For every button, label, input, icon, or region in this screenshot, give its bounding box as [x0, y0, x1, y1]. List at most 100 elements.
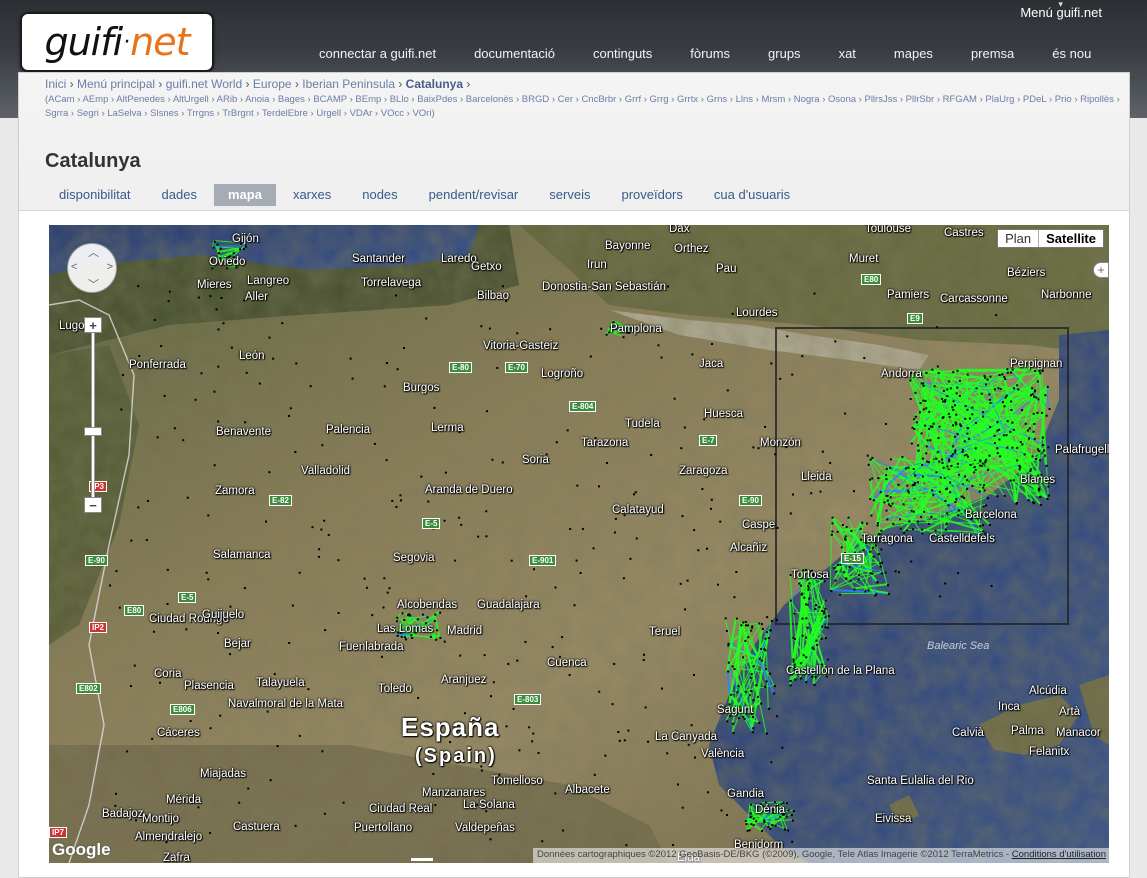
- subzone-link[interactable]: BaixPdes: [417, 94, 457, 105]
- network-node: [736, 691, 739, 694]
- subzone-link[interactable]: PlaUrg: [985, 94, 1014, 105]
- tab-dades[interactable]: dades: [148, 184, 211, 206]
- network-node: [1039, 372, 1042, 375]
- subzone-link[interactable]: AltUrgell: [173, 94, 209, 105]
- subzone-link[interactable]: PDeL: [1023, 94, 1046, 105]
- breadcrumb-link[interactable]: Menú principal: [77, 77, 155, 91]
- subzone-link[interactable]: VOcc: [381, 108, 404, 119]
- subzone-link[interactable]: Prio: [1055, 94, 1072, 105]
- map-canvas[interactable]: Gijón Oviedo Santander Laredo Getxo Bilbao Bay…: [49, 225, 1109, 863]
- network-node: [365, 586, 368, 589]
- subzone-link[interactable]: Sgrra: [45, 108, 68, 119]
- network-node: [660, 356, 663, 359]
- network-node: [877, 553, 880, 556]
- map-place-label: Fuenlabrada: [339, 641, 404, 653]
- network-node: [569, 527, 572, 530]
- subzone-link[interactable]: BCAMP: [313, 94, 347, 105]
- network-node: [880, 572, 883, 575]
- pan-up-icon[interactable]: ︿: [88, 244, 99, 260]
- subzone-link[interactable]: TrBrgnt: [222, 108, 253, 119]
- network-node: [217, 420, 220, 423]
- tab-cua-d-usuaris[interactable]: cua d'usuaris: [700, 184, 804, 206]
- subzone-link[interactable]: Osona: [828, 94, 856, 105]
- subzone-link[interactable]: LaSelva: [107, 108, 141, 119]
- subzone-link[interactable]: AltPenedes: [116, 94, 165, 105]
- breadcrumb-current[interactable]: Catalunya: [406, 77, 463, 91]
- subzone-link[interactable]: Anoia: [245, 94, 269, 105]
- tab-mapa[interactable]: mapa: [213, 184, 276, 206]
- network-node: [985, 504, 988, 507]
- guifi-menu-button[interactable]: ▾ Menú guifi.net: [1020, 0, 1102, 20]
- tab-prove-dors[interactable]: proveïdors: [607, 184, 696, 206]
- subzone-link[interactable]: Mrsm: [762, 94, 786, 105]
- pan-control[interactable]: ︿ < > ﹀: [67, 243, 117, 293]
- breadcrumb-link[interactable]: Europe: [253, 77, 292, 91]
- guifi-logo[interactable]: guifi · net: [20, 12, 214, 72]
- subzone-link[interactable]: BLlo: [390, 94, 409, 105]
- subzone-link[interactable]: RFGAM: [943, 94, 977, 105]
- subzone-link[interactable]: PllrSbr: [906, 94, 935, 105]
- subzone-link[interactable]: VOri: [412, 108, 431, 119]
- network-node: [617, 730, 620, 733]
- network-node: [673, 397, 676, 400]
- subzone-link[interactable]: VDAr: [350, 108, 373, 119]
- nav-es-nou[interactable]: és nou: [1033, 46, 1110, 61]
- nav-connectar[interactable]: connectar a guifi.net: [300, 46, 455, 61]
- subzone-link[interactable]: ARib: [217, 94, 238, 105]
- subzone-link[interactable]: Cer: [558, 94, 573, 105]
- tab-nodes[interactable]: nodes: [348, 184, 411, 206]
- subzone-link[interactable]: Grrf: [625, 94, 641, 105]
- map-type-satellite-button[interactable]: Satellite: [1038, 230, 1103, 247]
- subzone-link[interactable]: Grrtx: [677, 94, 698, 105]
- subzone-link[interactable]: Trrgns: [187, 108, 214, 119]
- subzone-link[interactable]: Slsnes: [150, 108, 179, 119]
- terms-link[interactable]: Conditions d'utilisation: [1012, 849, 1106, 860]
- subzone-link[interactable]: Ripollès: [1080, 94, 1114, 105]
- network-node: [769, 827, 772, 830]
- subzone-link[interactable]: Grrg: [650, 94, 669, 105]
- network-node: [948, 460, 951, 463]
- tab-xarxes[interactable]: xarxes: [279, 184, 345, 206]
- zoom-in-button[interactable]: +: [84, 317, 102, 333]
- nav-mapes[interactable]: mapes: [875, 46, 952, 61]
- nav-premsa[interactable]: premsa: [952, 46, 1033, 61]
- nav-xat[interactable]: xat: [820, 46, 875, 61]
- nav-continguts[interactable]: continguts: [574, 46, 671, 61]
- breadcrumb-link[interactable]: guifi.net World: [166, 77, 242, 91]
- subzone-link[interactable]: Llns: [736, 94, 753, 105]
- subzone-link[interactable]: TerdelEbre: [262, 108, 308, 119]
- map-type-plan-button[interactable]: Plan: [998, 230, 1038, 247]
- subzone-link[interactable]: Nogra: [794, 94, 820, 105]
- tab-pendent-revisar[interactable]: pendent/revisar: [415, 184, 533, 206]
- subzone-link[interactable]: PllrsJss: [864, 94, 897, 105]
- map-place-label: Guadalajara: [477, 599, 540, 611]
- subzone-link[interactable]: CncBrbr: [581, 94, 616, 105]
- subzone-link[interactable]: Segri: [77, 108, 99, 119]
- subzone-link[interactable]: AEmp: [83, 94, 109, 105]
- subzone-link[interactable]: Bages: [278, 94, 305, 105]
- breadcrumb-link[interactable]: Iberian Peninsula: [302, 77, 395, 91]
- breadcrumb-link[interactable]: Inici: [45, 77, 66, 91]
- tab-serveis[interactable]: serveis: [535, 184, 604, 206]
- subzone-link[interactable]: Urgell: [316, 108, 341, 119]
- subzone-link[interactable]: Barcelonès: [466, 94, 514, 105]
- zoom-out-button[interactable]: −: [84, 497, 102, 513]
- nav-forums[interactable]: fòrums: [671, 46, 749, 61]
- pan-right-icon[interactable]: >: [107, 261, 113, 273]
- zoom-slider-rail[interactable]: [91, 317, 95, 512]
- map-place-label: Toledo: [378, 683, 412, 695]
- subzone-link[interactable]: BRGD: [522, 94, 549, 105]
- nav-grups[interactable]: grups: [749, 46, 820, 61]
- network-node: [485, 510, 488, 513]
- pan-left-icon[interactable]: <: [71, 261, 77, 273]
- subzone-link[interactable]: ACam: [48, 94, 74, 105]
- nav-documentacio[interactable]: documentació: [455, 46, 574, 61]
- overview-expand-button[interactable]: +: [1093, 262, 1109, 278]
- map-place-label: Bejar: [224, 638, 251, 650]
- subzone-link[interactable]: Grns: [707, 94, 728, 105]
- network-node: [957, 514, 960, 517]
- pan-down-icon[interactable]: ﹀: [88, 276, 99, 292]
- zoom-slider-handle[interactable]: [84, 427, 102, 436]
- tab-disponibilitat[interactable]: disponibilitat: [45, 184, 145, 206]
- subzone-link[interactable]: BEmp: [355, 94, 381, 105]
